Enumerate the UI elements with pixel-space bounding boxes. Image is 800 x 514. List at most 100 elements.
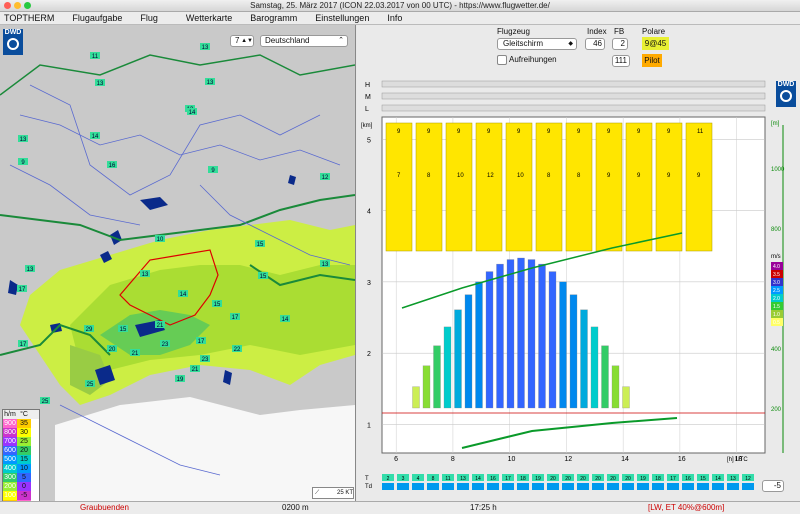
cumulus-top-value: 9 [427, 129, 431, 135]
aircraft-select[interactable]: Gleitschirm ◆ [497, 38, 577, 50]
menu-flugaufgabe[interactable]: Flugaufgabe [68, 12, 122, 24]
stepper-arrows-icon[interactable]: ▲▼ [241, 36, 253, 46]
dewpoint-cell [607, 483, 619, 490]
menu-toptherm[interactable]: TOPTHERM [0, 12, 54, 24]
legend-alt-value: 300 [3, 473, 17, 482]
map-value-label: 25 [42, 399, 49, 405]
legend-temp-value: 10 [17, 464, 31, 473]
climb-bar [454, 309, 462, 409]
legend-alt-value: 100 [3, 491, 17, 500]
hour-stepper[interactable]: 7 ▲▼ [230, 35, 254, 47]
minimize-window-button[interactable] [14, 2, 21, 9]
climb-bar [601, 345, 609, 409]
y-right-axis: [m] 200 400 600 800 1000 [771, 121, 785, 453]
map-value-marker: 29 [84, 325, 94, 333]
scale-stepper[interactable]: -5 [762, 480, 784, 492]
cloud-row-bar [381, 104, 766, 112]
legend-temp-value: 30 [17, 428, 31, 437]
y-right-tick: 600 [771, 287, 782, 293]
cumulus-mid-value: 8 [577, 173, 581, 179]
dewpoint-cell [622, 483, 634, 490]
temperature-value: 12 [745, 476, 751, 482]
x-tick: 16 [678, 456, 686, 463]
map-value-marker: 20 [107, 345, 117, 353]
temperature-cell [517, 474, 529, 481]
climb-bar [559, 281, 567, 409]
climb-bar [496, 263, 504, 409]
legend-rows: 900 35 800 30 700 25 600 20 500 15 400 10 300 5 200 0 10… [3, 419, 39, 501]
pilot-stepper[interactable]: 111 [612, 55, 630, 67]
dwd-logo-text: DWD [4, 29, 22, 36]
legend-row: 800 30 [3, 428, 39, 437]
map-value-marker: 11 [90, 52, 100, 60]
polare-value-box[interactable]: 9@45 [642, 37, 669, 50]
dewpoint-cell [652, 483, 664, 490]
climb-legend-value: 1.0 [773, 312, 780, 318]
climb-bar [622, 386, 630, 409]
index-stepper[interactable]: 46 [585, 38, 605, 50]
map-value-label: 21 [192, 367, 199, 373]
map-canvas[interactable]: 1113131313131214161499101314151513151713… [0, 25, 355, 501]
pilot-box[interactable]: Pilot [642, 54, 662, 67]
climb-legend-swatch [771, 262, 783, 270]
climb-legend-swatch [771, 278, 783, 286]
fb-stepper[interactable]: 2 [612, 38, 628, 50]
window-controls[interactable] [4, 2, 31, 9]
y-right-tick: 400 [771, 347, 782, 353]
map-value-label: 17 [19, 287, 26, 293]
cumulus-block [415, 122, 443, 252]
aufreihungen-checkbox[interactable] [497, 55, 507, 65]
region-select[interactable]: Deutschland ⌃ [260, 35, 348, 47]
map-value-marker: 21 [155, 321, 165, 329]
menu-einstellungen[interactable]: Einstellungen [311, 12, 369, 24]
map-value-label: 20 [109, 347, 116, 353]
wind-scale-label: 25 KT [336, 490, 353, 496]
x-tick: 12 [564, 456, 572, 463]
map-value-label: 13 [207, 80, 214, 86]
y-right-unit: [m] [771, 121, 780, 127]
climb-unit: m/s [771, 254, 781, 260]
temperature-cell [712, 474, 724, 481]
dwd-logo-right-text: DWD [777, 81, 795, 88]
menu-wetterkarte[interactable]: Wetterkarte [182, 12, 232, 24]
climb-bar [527, 259, 536, 409]
climb-bar [580, 309, 588, 409]
dewpoint-cell [727, 483, 739, 490]
map-value-label: 16 [109, 163, 116, 169]
menu-info[interactable]: Info [383, 12, 402, 24]
weather-map[interactable]: 1113131313131214161499101314151513151713… [0, 25, 356, 501]
y-left-tick: 2 [367, 351, 371, 358]
legend-alt-value: 500 [3, 455, 17, 464]
status-info: [LW, ET 40%@600m] [648, 503, 725, 512]
cloud-row-bar [381, 92, 766, 100]
map-value-label: 17 [232, 315, 239, 321]
dewpoint-cell [682, 483, 694, 490]
temperature-value: 14 [475, 476, 481, 482]
zoom-window-button[interactable] [24, 2, 31, 9]
map-value-marker: 13 [205, 78, 215, 86]
map-value-label: 23 [202, 357, 209, 363]
meteogram-chart[interactable]: HML[km]12345[m]20040060080010006 8 10 12 14 1… [357, 25, 800, 501]
menu-flug[interactable]: Flug [136, 12, 158, 24]
map-value-label: 15 [260, 274, 267, 280]
menu-barogramm[interactable]: Barogramm [246, 12, 297, 24]
map-value-label: 21 [132, 351, 139, 357]
climb-legend-swatch [771, 286, 783, 294]
map-value-label: 14 [92, 134, 99, 140]
map-value-marker: 19 [175, 375, 185, 383]
climb-bar [475, 281, 483, 409]
temperature-cell [457, 474, 469, 481]
map-value-label: 14 [282, 317, 289, 323]
cumulus-block [625, 122, 653, 252]
cumulus-block [565, 122, 593, 252]
close-window-button[interactable] [4, 2, 11, 9]
climb-bar [548, 271, 557, 409]
map-value-marker: 15 [212, 300, 222, 308]
climb-legend-swatch [771, 310, 783, 318]
legend-row: 500 15 [3, 455, 39, 464]
temperature-value: 2 [387, 476, 390, 482]
dwd-logo-right: DWD [776, 81, 796, 107]
cloud-row-bar [381, 80, 766, 88]
legend-temp-value: 35 [17, 419, 31, 428]
map-value-marker: 15 [118, 325, 128, 333]
